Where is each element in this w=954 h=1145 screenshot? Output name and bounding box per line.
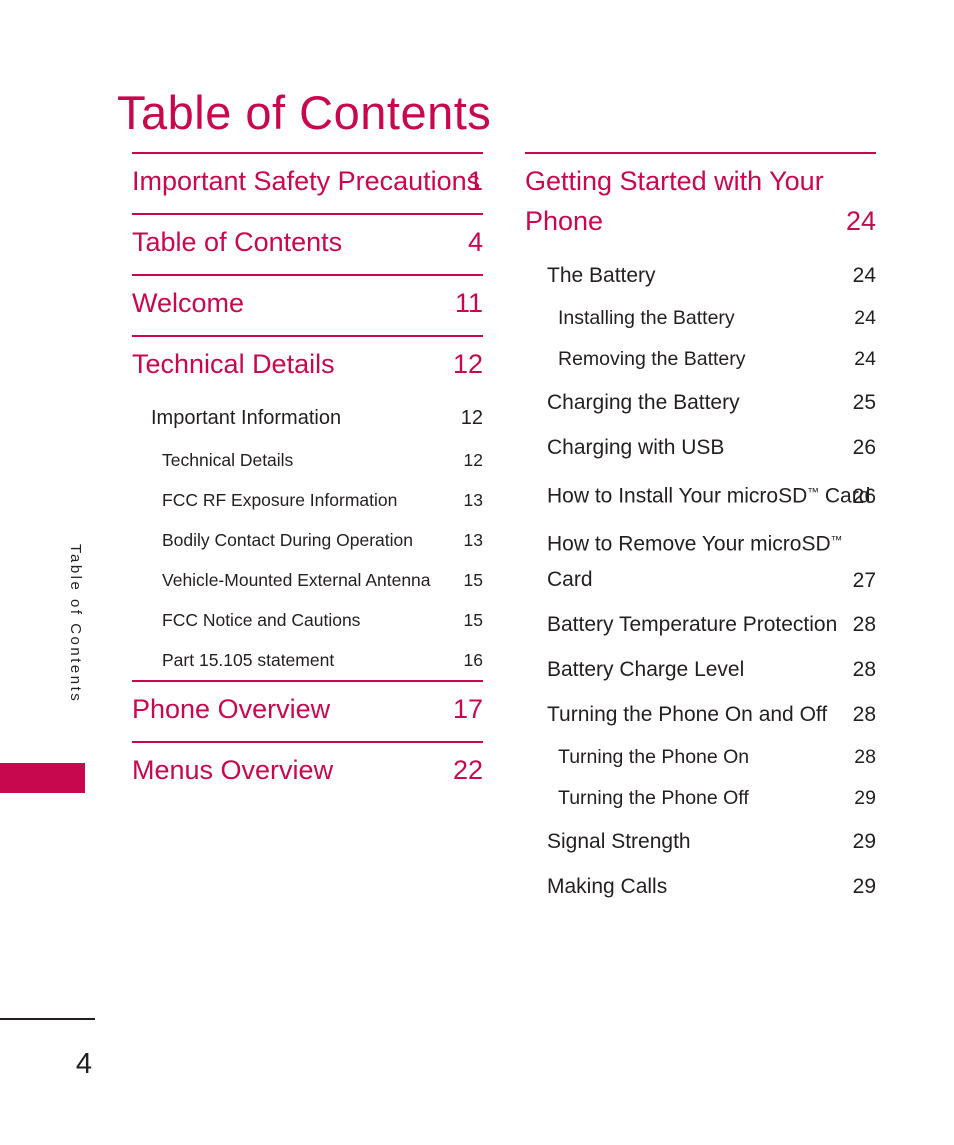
toc-entry-page-number: 13 (463, 530, 483, 550)
footer-divider (0, 1018, 95, 1020)
side-tab-label: Table of Contents (67, 544, 84, 704)
toc-entry-title: Battery Charge Level (547, 657, 745, 681)
toc-entry-turning-the-phone-on-and-off[interactable]: Turning the Phone On and Off 28 (525, 692, 876, 737)
toc-entry-how-to-install-your-microsd-card[interactable]: How to Install Your microSD™ Card 26 (525, 470, 876, 518)
toc-entry-title: How to Remove Your microSD™ Card (547, 532, 843, 591)
toc-entry-installing-the-battery[interactable]: Installing the Battery 24 (525, 298, 876, 339)
toc-entry-page-number: 4 (467, 227, 483, 257)
toc-entry-title: Technical Details (132, 349, 335, 379)
toc-entry-part-15-105-statement[interactable]: Part 15.105 statement 16 (132, 640, 483, 680)
toc-entry-title: Getting Started with Your Phone (525, 166, 824, 236)
toc-entry-page-number: 15 (463, 570, 483, 590)
toc-entry-the-battery[interactable]: The Battery 24 (525, 253, 876, 298)
toc-entry-getting-started-with-your-phone[interactable]: Getting Started with Your Phone 24 (525, 154, 876, 253)
toc-entry-title: Removing the Battery (558, 348, 746, 370)
toc-entry-title: Making Calls (547, 874, 668, 898)
toc-entry-page-number: 17 (452, 694, 483, 724)
toc-column-right: Getting Started with Your Phone 24 The Bat… (525, 152, 876, 909)
toc-entry-page-number: 16 (463, 650, 483, 670)
toc-entry-title: Battery Temperature Protection (547, 612, 838, 636)
toc-entry-phone-overview[interactable]: Phone Overview 17 (132, 682, 483, 741)
toc-entry-title: Charging with USB (547, 436, 725, 459)
toc-entry-title: Menus Overview (132, 755, 334, 785)
toc-entry-page-number: 24 (852, 264, 876, 287)
toc-entry-page-number: 12 (460, 407, 483, 429)
toc-entry-page-number: 12 (463, 450, 483, 470)
toc-entry-page-number: 28 (852, 612, 876, 636)
toc-entry-vehicle-mounted-external-antenna[interactable]: Vehicle-Mounted External Antenna 15 (132, 560, 483, 600)
toc-entry-title: Important Information (151, 407, 342, 429)
toc-entry-title: Part 15.105 statement (162, 650, 335, 670)
toc-column-left: Important Safety Precautions 1 Table of Co… (132, 152, 483, 802)
toc-entry-charging-the-battery[interactable]: Charging the Battery 25 (525, 380, 876, 425)
toc-entry-page-number: 1 (467, 166, 483, 196)
toc-entry-fcc-rf-exposure-information[interactable]: FCC RF Exposure Information 13 (132, 480, 483, 520)
toc-entry-page-number: 26 (852, 485, 876, 509)
toc-entry-title: Turning the Phone On (558, 745, 750, 768)
toc-entry-page-number: 24 (845, 206, 876, 236)
toc-entry-how-to-remove-your-microsd-card[interactable]: How to Remove Your microSD™ Card 27 (525, 518, 876, 601)
toc-entry-page-number: 22 (452, 755, 483, 785)
toc-entry-welcome[interactable]: Welcome 11 (132, 276, 483, 335)
toc-entry-page-number: 24 (854, 348, 876, 370)
footer-page-number: 4 (75, 1048, 92, 1080)
toc-entry-title: Important Safety Precautions (132, 166, 481, 196)
toc-entry-page-number: 25 (852, 391, 876, 414)
toc-entry-title: Welcome (132, 288, 245, 318)
toc-entry-removing-the-battery[interactable]: Removing the Battery 24 (525, 339, 876, 380)
toc-entry-menus-overview[interactable]: Menus Overview 22 (132, 743, 483, 802)
toc-entry-page-number: 29 (852, 874, 876, 898)
toc-entry-title: Turning the Phone On and Off (547, 702, 828, 726)
toc-entry-table-of-contents[interactable]: Table of Contents 4 (132, 215, 483, 274)
toc-entry-fcc-notice-and-cautions[interactable]: FCC Notice and Cautions 15 (132, 600, 483, 640)
toc-entry-page-number: 28 (852, 657, 876, 681)
toc-entry-bodily-contact-during-operation[interactable]: Bodily Contact During Operation 13 (132, 520, 483, 560)
toc-entry-turning-the-phone-on[interactable]: Turning the Phone On 28 (525, 737, 876, 778)
toc-entry-page-number: 15 (463, 610, 483, 630)
toc-entry-title: Technical Details (162, 450, 294, 470)
toc-entry-page-number: 11 (454, 288, 483, 318)
toc-entry-page-number: 12 (452, 349, 483, 379)
toc-entry-page-number: 24 (854, 307, 876, 329)
toc-entry-title: Table of Contents (132, 227, 343, 257)
toc-entry-page-number: 29 (852, 829, 876, 853)
toc-entry-signal-strength[interactable]: Signal Strength 29 (525, 819, 876, 864)
toc-entry-title: How to Install Your microSD™ Card (547, 484, 871, 508)
toc-entry-page-number: 13 (463, 490, 483, 510)
toc-entry-charging-with-usb[interactable]: Charging with USB 26 (525, 425, 876, 470)
toc-entry-title: Signal Strength (547, 829, 691, 853)
toc-entry-title: Installing the Battery (558, 307, 735, 329)
toc-entry-battery-charge-level[interactable]: Battery Charge Level 28 (525, 647, 876, 692)
toc-entry-title: Vehicle-Mounted External Antenna (162, 570, 431, 590)
toc-entry-title: Bodily Contact During Operation (162, 530, 413, 550)
toc-entry-page-number: 28 (852, 702, 876, 726)
side-tab-marker (0, 763, 85, 793)
toc-entry-page-number: 29 (854, 786, 876, 809)
page-title: Table of Contents (117, 86, 492, 140)
toc-entry-title: FCC RF Exposure Information (162, 490, 398, 510)
toc-entry-title: Phone Overview (132, 694, 331, 724)
toc-entry-title: Turning the Phone Off (558, 786, 749, 809)
toc-entry-battery-temperature-protection[interactable]: Battery Temperature Protection 28 (525, 602, 876, 647)
toc-entry-title: The Battery (547, 264, 656, 287)
toc-entry-page-number: 27 (852, 568, 876, 592)
toc-entry-making-calls[interactable]: Making Calls 29 (525, 864, 876, 909)
toc-entry-page-number: 26 (852, 436, 876, 459)
toc-entry-title: Charging the Battery (547, 391, 740, 414)
toc-entry-technical-details[interactable]: Technical Details 12 (132, 337, 483, 396)
toc-entry-important-safety-precautions[interactable]: Important Safety Precautions 1 (132, 154, 483, 213)
toc-entry-title: FCC Notice and Cautions (162, 610, 361, 630)
toc-entry-turning-the-phone-off[interactable]: Turning the Phone Off 29 (525, 778, 876, 819)
toc-entry-technical-details[interactable]: Technical Details 12 (132, 440, 483, 480)
toc-entry-page-number: 28 (854, 745, 876, 768)
toc-entry-important-information[interactable]: Important Information 12 (132, 396, 483, 440)
